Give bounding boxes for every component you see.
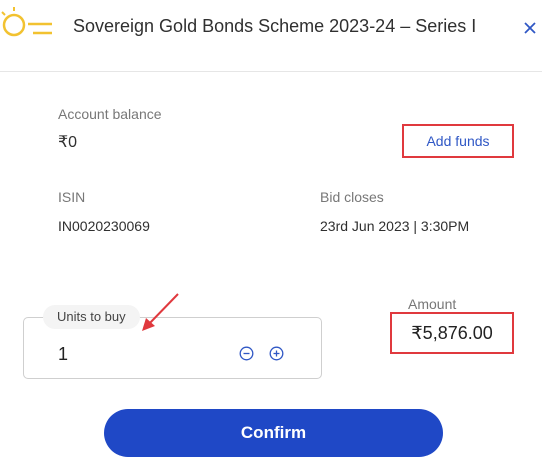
amount-value-box: ₹5,876.00 <box>390 312 514 354</box>
account-balance-label: Account balance <box>58 106 162 122</box>
dialog-title: Sovereign Gold Bonds Scheme 2023-24 – Se… <box>73 16 477 36</box>
close-icon[interactable] <box>519 16 541 38</box>
amount-label: Amount <box>408 296 457 312</box>
bid-closes-value: 23rd Jun 2023 | 3:30PM <box>320 218 470 234</box>
add-funds-label: Add funds <box>426 133 490 149</box>
confirm-label: Confirm <box>240 423 307 442</box>
annotation-arrow-icon <box>138 290 183 335</box>
bid-closes-label: Bid closes <box>320 189 384 205</box>
confirm-button[interactable]: Confirm <box>104 409 443 457</box>
amount-value: ₹5,876.00 <box>411 322 493 343</box>
isin-label: ISIN <box>58 189 86 205</box>
units-input[interactable]: 1 <box>58 343 68 365</box>
coin-sun-icon <box>0 2 60 46</box>
add-funds-button[interactable]: Add funds <box>402 124 514 158</box>
isin-value: IN0020230069 <box>58 218 150 234</box>
units-to-buy-label: Units to buy <box>43 305 140 329</box>
account-balance-value: ₹0 <box>58 134 78 151</box>
decrement-icon[interactable] <box>239 346 254 361</box>
header-divider <box>0 71 542 72</box>
increment-icon[interactable] <box>269 346 284 361</box>
